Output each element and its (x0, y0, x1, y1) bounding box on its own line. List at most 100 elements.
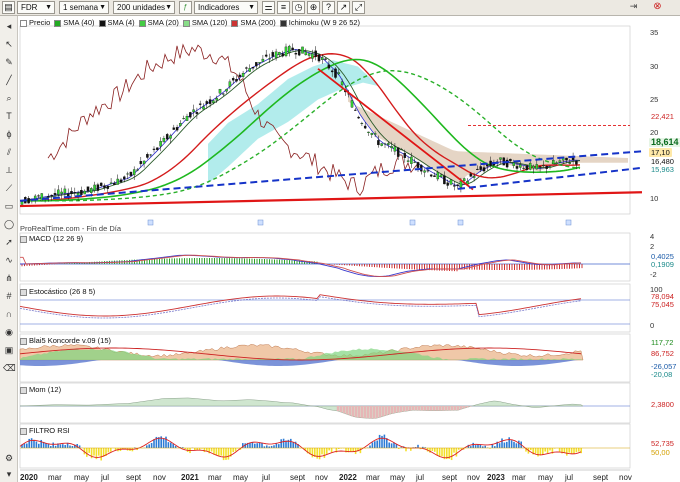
candle-body (476, 168, 479, 170)
candle-body (113, 182, 116, 185)
share-icon[interactable]: ↗ (337, 1, 350, 14)
text-tool-icon[interactable]: T (3, 110, 15, 122)
candle-body (83, 190, 86, 195)
candle-body (20, 201, 24, 205)
candle-body (205, 101, 209, 104)
rectangle-icon[interactable]: ▭ (3, 200, 15, 212)
legend-item[interactable]: SMA (4) (98, 17, 135, 28)
ellipse-icon[interactable]: ◯ (3, 218, 15, 230)
settings-icon[interactable]: ⚙ (3, 452, 15, 464)
lock-icon[interactable]: ▣ (3, 344, 15, 356)
candle-body (278, 52, 281, 56)
pencil-icon[interactable]: ✎ (3, 56, 15, 68)
legend-swatch (182, 19, 190, 27)
candle-body (337, 72, 341, 75)
measure-icon[interactable]: ⟂ (3, 164, 15, 176)
legend-item[interactable]: SMA (200) (231, 17, 276, 28)
candle-body (469, 173, 473, 177)
candle-body (307, 53, 311, 56)
mom-title-text: Mom (12) (29, 385, 62, 394)
rsi-tag: 50,00 (651, 448, 670, 457)
candle-body (390, 146, 393, 149)
candle-body (482, 167, 486, 172)
legend-item[interactable]: SMA (120) (182, 17, 227, 28)
magnet-icon[interactable]: ∩ (3, 308, 15, 320)
chart-canvas[interactable] (18, 16, 680, 482)
legend-item[interactable]: Precio (20, 17, 50, 28)
mom-title: Mom (12) (20, 385, 61, 394)
candle-body (380, 143, 383, 146)
eye-icon[interactable]: ◉ (3, 326, 15, 338)
candle-body (189, 112, 192, 118)
candle-body (525, 165, 529, 171)
indicators-label: Indicadores (198, 3, 240, 12)
legend-item[interactable]: SMA (40) (54, 17, 95, 28)
wave-icon[interactable]: ∿ (3, 254, 15, 266)
candle-body (327, 64, 331, 69)
arrow-icon[interactable]: ➚ (3, 236, 15, 248)
timeframe-select[interactable]: 1 semana ▼ (59, 1, 109, 14)
candle-body (218, 89, 222, 94)
collapse-icon[interactable]: ◂ (3, 20, 15, 32)
candle-body (268, 58, 271, 60)
candle-body (241, 72, 245, 77)
candle-body (311, 53, 314, 59)
candle-body (472, 176, 476, 178)
chart-area[interactable]: Precio SMA (40) SMA (4) SMA (20) SMA (120) SM… (18, 16, 680, 482)
legend-swatch (138, 19, 146, 27)
scroll-right-icon[interactable]: ⇥ (627, 1, 640, 14)
grid-icon[interactable]: # (3, 290, 15, 302)
expand-down-icon[interactable]: ▾ (3, 468, 15, 480)
candle-body (519, 164, 522, 168)
pointer-icon[interactable]: ↖ (3, 38, 15, 50)
time-tick: 2020 (20, 473, 38, 482)
symbol-select[interactable]: FDR ▼ (17, 1, 55, 14)
macd-tick: 4 (650, 232, 655, 241)
candle-body (509, 158, 512, 162)
target-icon[interactable]: ⊕ (307, 1, 320, 14)
candle-body (367, 131, 370, 133)
candle-body (50, 194, 53, 197)
candle-body (251, 66, 255, 69)
candle-body (103, 185, 106, 188)
time-tick: 2022 (339, 473, 357, 482)
channel-icon[interactable]: ⫽ (3, 146, 15, 158)
candle-body (429, 174, 433, 177)
panel-frame (19, 382, 631, 424)
candle-body (129, 171, 133, 176)
candle-body (479, 166, 482, 170)
stoch-title-text: Estocástico (26 8 5) (29, 287, 96, 296)
ichimoku-cloud-brown (348, 92, 628, 183)
clock-icon[interactable]: ◷ (292, 1, 305, 14)
units-select[interactable]: 200 unidades ▼ (113, 1, 175, 14)
ruler-icon[interactable]: ╱ (3, 74, 15, 86)
time-tick: jul (262, 473, 271, 482)
time-tick: nov (315, 473, 328, 482)
fibonacci-icon[interactable]: ϕ (3, 128, 15, 140)
indicators-button[interactable]: Indicadores ▼ (194, 1, 258, 14)
candle-body (142, 160, 146, 164)
price-tag-ichimoku: 15,963 (649, 165, 676, 174)
legend-swatch (20, 19, 27, 27)
rsi-title: FILTRO RSI (20, 426, 70, 435)
legend-item[interactable]: Ichimoku (W 9 26 52) (279, 17, 360, 28)
candle-body (149, 154, 152, 156)
sliders-icon[interactable]: ⚌ (262, 1, 275, 14)
add-indicator-icon[interactable]: ƒ (179, 1, 192, 14)
close-icon[interactable]: ⊗ (651, 1, 664, 14)
trendline-icon[interactable]: ⟋ (3, 182, 15, 194)
candle-body (486, 164, 489, 167)
legend-item[interactable]: SMA (20) (138, 17, 179, 28)
candle-body (330, 70, 334, 73)
pitchfork-icon[interactable]: ⋔ (3, 272, 15, 284)
expand-icon[interactable]: ⤢ (352, 1, 365, 14)
candle-body (70, 191, 73, 194)
candle-body (575, 160, 578, 165)
lines-icon[interactable]: ≡ (277, 1, 290, 14)
macd-signal-tag: 0,1909 (651, 260, 674, 269)
trash-icon[interactable]: ⌫ (3, 362, 16, 374)
help-icon[interactable]: ? (322, 1, 335, 14)
zoom-icon[interactable]: ⌕ (3, 92, 15, 104)
candle-body (340, 81, 344, 86)
menu-icon[interactable]: ▤ (2, 1, 15, 14)
